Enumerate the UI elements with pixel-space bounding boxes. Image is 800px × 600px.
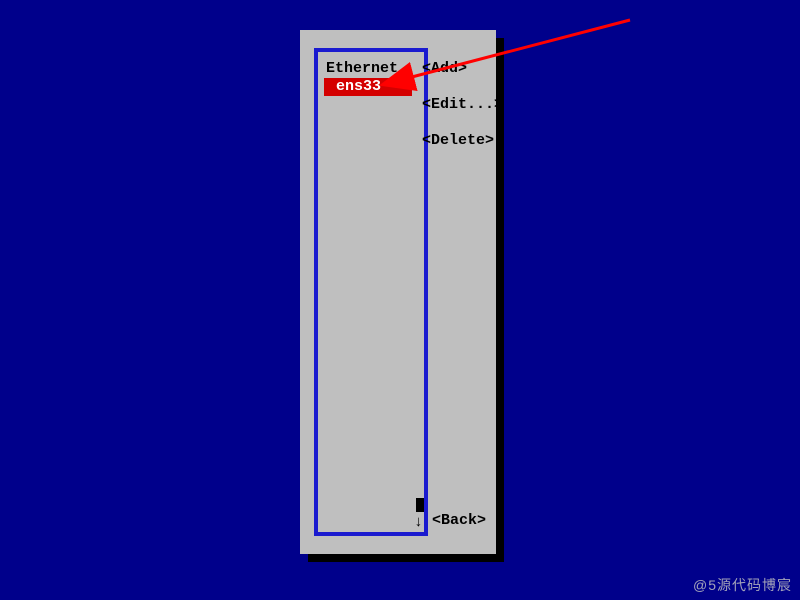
edit-button[interactable]: <Edit...>	[422, 96, 486, 114]
network-dialog: Ethernet ens33 <Add> <Edit...> <Delete> …	[300, 30, 496, 554]
add-button[interactable]: <Add>	[422, 60, 486, 78]
watermark: @5源代码博宸	[693, 576, 792, 594]
actions: <Add> <Edit...> <Delete>	[422, 60, 486, 168]
list-frame	[314, 48, 428, 536]
back-button[interactable]: <Back>	[432, 512, 486, 530]
list-item-ens33[interactable]: ens33	[324, 78, 412, 96]
list-header-ethernet: Ethernet	[324, 60, 420, 78]
scrollbar-thumb[interactable]	[416, 498, 424, 512]
delete-button[interactable]: <Delete>	[422, 132, 486, 150]
scroll-down-arrow[interactable]: ↓	[414, 514, 423, 532]
connection-list: Ethernet ens33	[324, 60, 420, 96]
